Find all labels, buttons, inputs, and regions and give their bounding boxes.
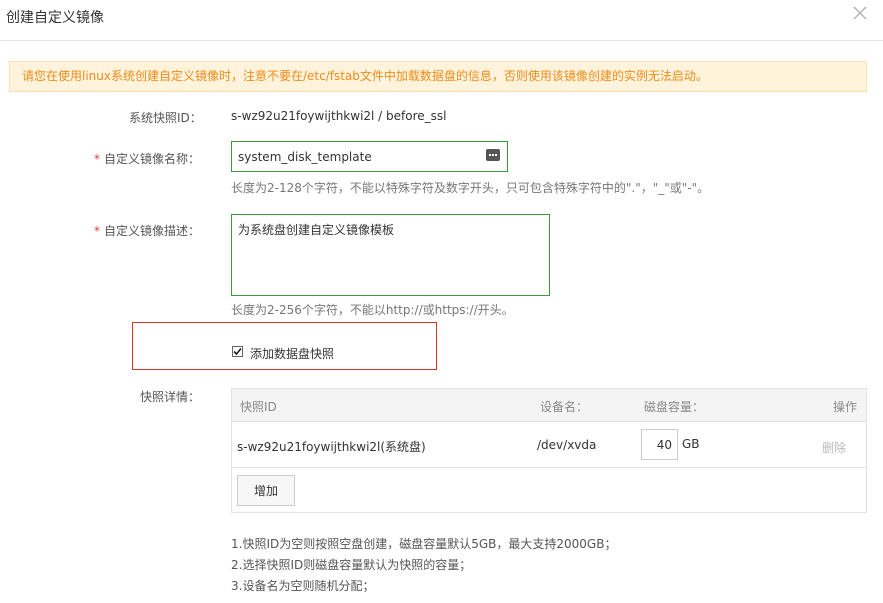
more-dots-icon[interactable] xyxy=(486,149,500,161)
image-desc-field[interactable]: 为系统盘创建自定义镜像模板 xyxy=(231,214,550,296)
warning-alert: 请您在使用linux系统创建自定义镜像时，注意不要在/etc/fstab文件中加… xyxy=(9,61,867,92)
image-desc-label-text: 自定义镜像描述： xyxy=(104,224,201,238)
required-mark: * xyxy=(94,152,100,166)
snapshot-details-label: 快照详情： xyxy=(140,390,201,404)
close-icon[interactable] xyxy=(851,4,869,22)
disk-size-input[interactable] xyxy=(642,430,677,459)
dialog-header: 创建自定义镜像 xyxy=(0,0,883,41)
checkmark-icon xyxy=(233,347,242,356)
image-desc-textarea[interactable]: 为系统盘创建自定义镜像模板 xyxy=(232,215,549,295)
row-device: /dev/xvda xyxy=(537,438,597,452)
add-button[interactable]: 增加 xyxy=(237,475,295,506)
add-data-disk-checkbox[interactable] xyxy=(232,346,243,357)
col-capacity: 磁盘容量： xyxy=(644,400,705,414)
image-name-hint: 长度为2-128个字符，不能以特殊字符及数字开头，只可包含特殊字符中的"."，"… xyxy=(231,181,710,195)
image-desc-hint: 长度为2-256个字符，不能以http://或https://开头。 xyxy=(231,303,514,317)
disk-size-field[interactable] xyxy=(641,429,678,460)
required-mark: * xyxy=(94,224,100,238)
note-line: 1.快照ID为空则按照空盘创建，磁盘容量默认5GB，最大支持2000GB； xyxy=(231,537,617,551)
image-name-label: * 自定义镜像名称： xyxy=(94,150,200,167)
note-line: 3.设备名为空则随机分配； xyxy=(231,579,375,593)
image-name-input[interactable] xyxy=(232,142,472,171)
row-snapshot-id: s-wz92u21foywijthkwi2l(系统盘) xyxy=(237,440,426,454)
col-snapshot-id: 快照ID xyxy=(240,400,277,414)
col-action: 操作 xyxy=(833,400,858,414)
image-name-label-text: 自定义镜像名称： xyxy=(104,152,201,166)
delete-link[interactable]: 删除 xyxy=(822,439,846,456)
snapshot-id-value: s-wz92u21foywijthkwi2l / before_ssl xyxy=(231,109,447,123)
dialog-title: 创建自定义镜像 xyxy=(6,10,104,26)
snapshot-id-label: 系统快照ID： xyxy=(129,111,202,125)
add-data-disk-label[interactable]: 添加数据盘快照 xyxy=(250,345,334,362)
image-desc-label: * 自定义镜像描述： xyxy=(94,222,200,239)
row-divider xyxy=(232,467,866,468)
image-name-field[interactable] xyxy=(231,141,508,172)
snapshot-table: 快照ID 设备名： 磁盘容量： 操作 s-wz92u21foywijthkwi2… xyxy=(231,388,867,513)
table-header: 快照ID 设备名： 磁盘容量： 操作 xyxy=(232,389,866,422)
note-line: 2.选择快照ID则磁盘容量默认为快照的容量； xyxy=(231,558,472,572)
col-device: 设备名： xyxy=(540,400,589,414)
row-unit: GB xyxy=(682,437,700,451)
